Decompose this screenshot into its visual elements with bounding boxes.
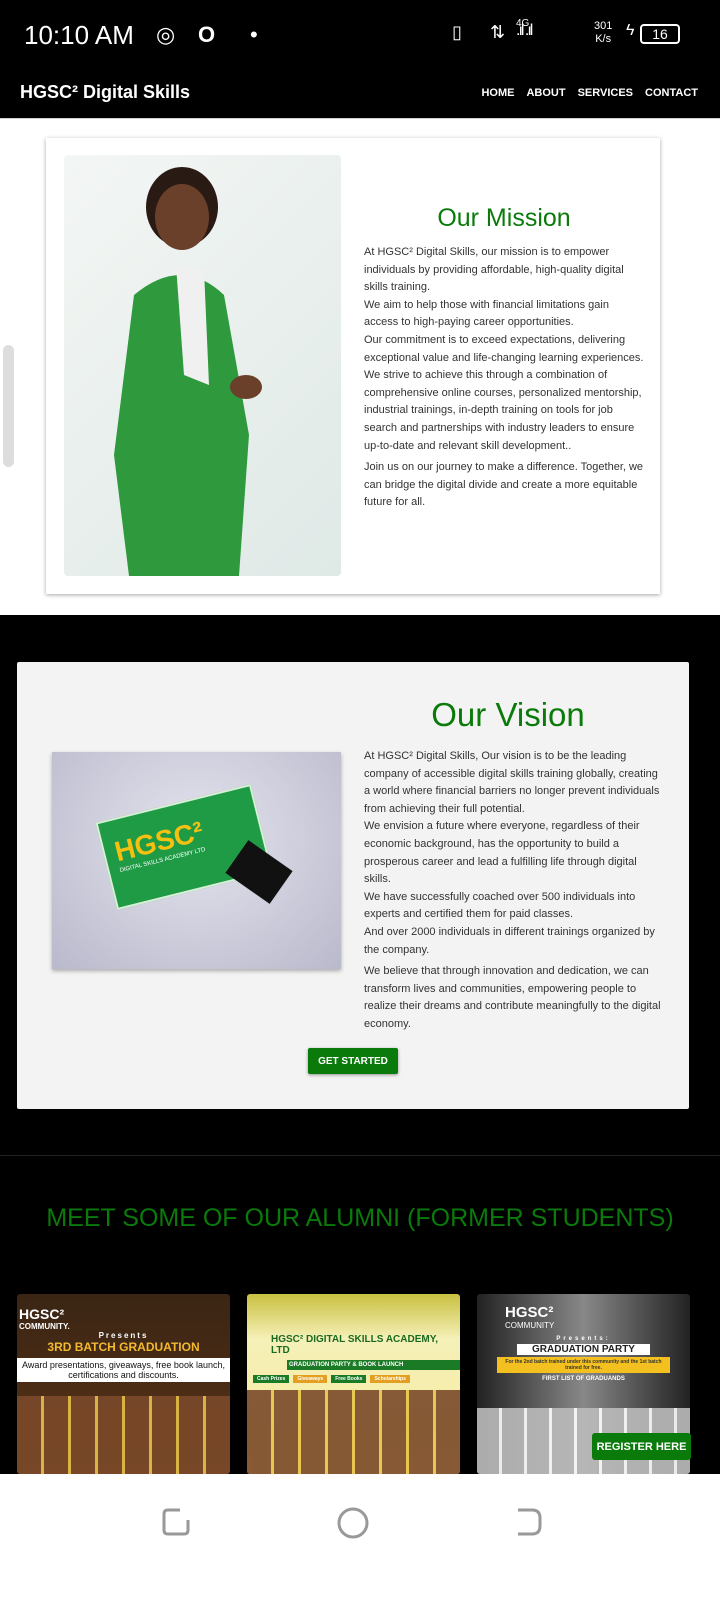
top-navbar: HGSC² Digital Skills HOME ABOUT SERVICES… bbox=[0, 68, 720, 118]
clock: 10:10 AM bbox=[24, 20, 134, 50]
vision-title: Our Vision bbox=[431, 696, 585, 733]
brand-logo[interactable]: HGSC² Digital Skills bbox=[20, 82, 190, 103]
mission-title: Our Mission bbox=[437, 204, 571, 232]
vision-card: Our Vision HGSC² DIGITAL SKILLS ACADEMY … bbox=[17, 662, 689, 1109]
opera-icon: O bbox=[198, 22, 216, 47]
alumni-card-2[interactable]: HGSC² DIGITAL SKILLS ACADEMY, LTD GRADUA… bbox=[247, 1294, 460, 1474]
register-here-button[interactable]: REGISTER HERE bbox=[592, 1433, 691, 1460]
section-divider bbox=[0, 1155, 720, 1156]
nav-contact[interactable]: CONTACT bbox=[645, 87, 698, 99]
vibrate-icon: ▯ bbox=[452, 22, 462, 42]
data-transfer-icon: ⇅ bbox=[490, 22, 506, 42]
mission-paragraph: At HGSC² Digital Skills, our mission is … bbox=[364, 246, 644, 452]
notification-dot-icon: • bbox=[250, 22, 258, 47]
mission-section: Our Mission At HGSC² Digital Skills, our… bbox=[0, 118, 720, 615]
business-card-image: HGSC² DIGITAL SKILLS ACADEMY LTD bbox=[52, 752, 341, 969]
mission-text: At HGSC² Digital Skills, our mission is … bbox=[364, 244, 644, 516]
status-bar: 10:10 AM ◎ O • ▯ ⇅ 4G .ıl .ıl 301 K/s ϟ 1… bbox=[0, 0, 720, 68]
graduate-photos bbox=[17, 1396, 230, 1474]
mission-paragraph: Join us on our journey to make a differe… bbox=[364, 461, 644, 509]
recent-apps-icon[interactable] bbox=[160, 1506, 192, 1538]
scrollbar[interactable] bbox=[3, 345, 14, 467]
founder-photo bbox=[64, 155, 341, 576]
signal-icon: .ıl .ıl bbox=[516, 22, 533, 39]
charging-icon: ϟ bbox=[626, 22, 635, 39]
back-icon[interactable] bbox=[512, 1506, 544, 1538]
home-icon[interactable] bbox=[336, 1506, 370, 1540]
vision-paragraph: We believe that through innovation and d… bbox=[364, 965, 661, 1030]
mission-card: Our Mission At HGSC² Digital Skills, our… bbox=[46, 138, 660, 594]
vision-paragraph: At HGSC² Digital Skills, Our vision is t… bbox=[364, 750, 660, 956]
android-nav-bar bbox=[0, 1474, 720, 1600]
alumni-card-1[interactable]: HGSC² COMMUNITY. Presents 3RD BATCH GRAD… bbox=[17, 1294, 230, 1474]
instagram-icon: ◎ bbox=[156, 22, 176, 47]
vision-text: At HGSC² Digital Skills, Our vision is t… bbox=[364, 748, 664, 1038]
alumni-title: MEET SOME OF OUR ALUMNI (FORMER STUDENTS… bbox=[46, 1204, 674, 1232]
nav-home[interactable]: HOME bbox=[481, 87, 514, 99]
battery-icon: 16 bbox=[640, 24, 680, 44]
nav-services[interactable]: SERVICES bbox=[578, 87, 633, 99]
net-speed: 301 K/s bbox=[594, 20, 613, 45]
nav-about[interactable]: ABOUT bbox=[526, 87, 565, 99]
get-started-button[interactable]: GET STARTED bbox=[308, 1048, 398, 1074]
graduate-photos bbox=[247, 1390, 460, 1474]
